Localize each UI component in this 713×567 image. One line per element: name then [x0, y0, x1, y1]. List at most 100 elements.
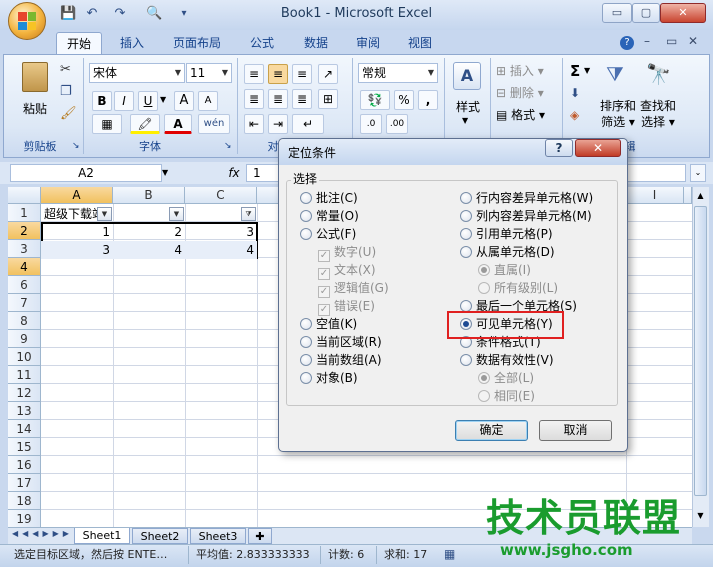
- ribbon-close-icon[interactable]: ✕: [688, 34, 698, 48]
- dialog-close-button[interactable]: ✕: [575, 139, 621, 157]
- sheet-tab-1[interactable]: Sheet1: [74, 528, 130, 544]
- ok-button[interactable]: 确定: [455, 420, 528, 441]
- tab-insert[interactable]: 插入: [110, 32, 154, 54]
- radio-option[interactable]: 数据有效性(V): [460, 353, 554, 369]
- row-header[interactable]: 12: [8, 384, 41, 402]
- phonetic-button[interactable]: wén: [198, 114, 230, 134]
- row-header[interactable]: 7: [8, 294, 41, 312]
- name-box[interactable]: A2: [10, 164, 162, 182]
- fill-color-button[interactable]: 🖍: [130, 114, 160, 134]
- maximize-button[interactable]: ▢: [632, 3, 660, 23]
- insert-function-button[interactable]: fx: [222, 164, 246, 182]
- tab-view[interactable]: 视图: [398, 32, 442, 54]
- accounting-format-button[interactable]: 💱: [360, 90, 390, 110]
- orientation-button[interactable]: ↗: [318, 64, 338, 84]
- cell-b2[interactable]: 2: [113, 223, 185, 241]
- cancel-button[interactable]: 取消: [539, 420, 612, 441]
- wrap-text-button[interactable]: ↵: [292, 114, 324, 134]
- autosum-button[interactable]: Σ: [570, 62, 580, 80]
- cell-c4[interactable]: 4: [185, 241, 257, 259]
- ribbon-restore-icon[interactable]: ▭: [666, 34, 677, 48]
- font-size-dropdown[interactable]: 11 ▼: [186, 63, 232, 83]
- align-top-button[interactable]: ≡: [244, 64, 264, 84]
- borders-button[interactable]: ▦: [92, 114, 122, 134]
- italic-button[interactable]: I: [114, 91, 134, 111]
- radio-option[interactable]: 空值(K): [300, 317, 357, 333]
- tab-data[interactable]: 数据: [294, 32, 338, 54]
- filter-active-icon[interactable]: ⧩: [241, 207, 256, 221]
- row-header[interactable]: 16: [8, 456, 41, 474]
- row-header[interactable]: 8: [8, 312, 41, 330]
- cell-b4[interactable]: 4: [113, 241, 185, 259]
- row-header[interactable]: 3: [8, 240, 41, 258]
- paste-icon[interactable]: [22, 62, 48, 92]
- dialog-help-button[interactable]: ?: [545, 139, 573, 157]
- sort-filter-button[interactable]: 排序和 筛选 ▾: [600, 98, 636, 130]
- row-header[interactable]: 18: [8, 492, 41, 510]
- cell-a2[interactable]: 1: [41, 223, 113, 241]
- format-painter-icon[interactable]: 🖌: [60, 106, 77, 121]
- clipboard-launcher-icon[interactable]: ↘: [72, 141, 80, 151]
- insert-cells-button[interactable]: ⊞ 插入 ▾: [496, 62, 544, 79]
- column-header-a[interactable]: A: [41, 187, 113, 204]
- scroll-down-icon[interactable]: ▼: [694, 509, 707, 523]
- sheet-tab-3[interactable]: Sheet3: [190, 528, 246, 544]
- row-header[interactable]: 9: [8, 330, 41, 348]
- align-right-button[interactable]: ≣: [292, 89, 312, 109]
- percent-button[interactable]: %: [394, 90, 414, 110]
- align-left-button[interactable]: ≣: [244, 89, 264, 109]
- row-header[interactable]: 11: [8, 366, 41, 384]
- sort-filter-icon[interactable]: ⧩: [606, 62, 624, 86]
- format-cells-button[interactable]: ▤ 格式 ▾: [496, 106, 545, 123]
- radio-option[interactable]: 引用单元格(P): [460, 227, 553, 243]
- select-all-button[interactable]: [8, 187, 41, 204]
- row-header[interactable]: 17: [8, 474, 41, 492]
- radio-option[interactable]: 列内容差异单元格(M): [460, 209, 592, 225]
- find-select-icon[interactable]: 🔭: [646, 62, 671, 86]
- grow-font-button[interactable]: A: [174, 91, 194, 111]
- chevron-down-icon[interactable]: ▼: [584, 66, 590, 75]
- styles-icon[interactable]: A: [453, 62, 481, 90]
- ribbon-minimize-icon[interactable]: –: [644, 34, 650, 48]
- increase-indent-button[interactable]: ⇥: [268, 114, 288, 134]
- filter-dropdown-icon[interactable]: ▼: [169, 207, 184, 221]
- fill-down-icon[interactable]: ⬇: [570, 86, 580, 100]
- radio-option[interactable]: 批注(C): [300, 191, 358, 207]
- help-icon[interactable]: ?: [620, 36, 634, 50]
- font-launcher-icon[interactable]: ↘: [224, 141, 232, 151]
- column-header-i[interactable]: I: [626, 187, 684, 204]
- cell-a1[interactable]: 超级下载站: [44, 205, 124, 223]
- clear-icon[interactable]: ◈: [570, 108, 579, 122]
- sheet-nav-icons[interactable]: ◀◀◀▶▶▶: [12, 529, 73, 538]
- radio-option[interactable]: 当前区域(R): [300, 335, 382, 351]
- column-header-d[interactable]: [257, 187, 279, 204]
- row-header[interactable]: 13: [8, 402, 41, 420]
- row-header[interactable]: 15: [8, 438, 41, 456]
- cell-c2[interactable]: 3: [185, 223, 257, 241]
- bold-button[interactable]: B: [92, 91, 112, 111]
- scroll-thumb[interactable]: [694, 206, 707, 496]
- row-header[interactable]: 19: [8, 510, 41, 528]
- shrink-font-button[interactable]: A: [198, 91, 218, 111]
- row-header[interactable]: 4: [8, 258, 41, 276]
- office-button[interactable]: [8, 2, 46, 40]
- tab-home[interactable]: 开始: [56, 32, 102, 54]
- row-header[interactable]: 6: [8, 276, 41, 294]
- align-bottom-button[interactable]: ≡: [292, 64, 312, 84]
- cut-icon[interactable]: ✂: [60, 62, 71, 77]
- cell-a4[interactable]: 3: [41, 241, 113, 259]
- copy-icon[interactable]: ❐: [60, 84, 72, 99]
- close-button[interactable]: ✕: [660, 3, 706, 23]
- expand-formula-bar-icon[interactable]: ⌄: [690, 164, 706, 182]
- delete-cells-button[interactable]: ⊟ 删除 ▾: [496, 84, 544, 101]
- decrease-decimal-button[interactable]: .00: [386, 114, 408, 134]
- radio-option[interactable]: 公式(F): [300, 227, 356, 243]
- radio-option[interactable]: 从属单元格(D): [460, 245, 555, 261]
- column-header-c[interactable]: C: [185, 187, 257, 204]
- find-select-button[interactable]: 查找和 选择 ▾: [640, 98, 676, 130]
- scroll-up-icon[interactable]: ▲: [694, 189, 707, 203]
- row-header[interactable]: 10: [8, 348, 41, 366]
- styles-button[interactable]: 样式: [448, 98, 488, 115]
- normal-view-icon[interactable]: ▦: [444, 547, 455, 561]
- align-middle-button[interactable]: ≡: [268, 64, 288, 84]
